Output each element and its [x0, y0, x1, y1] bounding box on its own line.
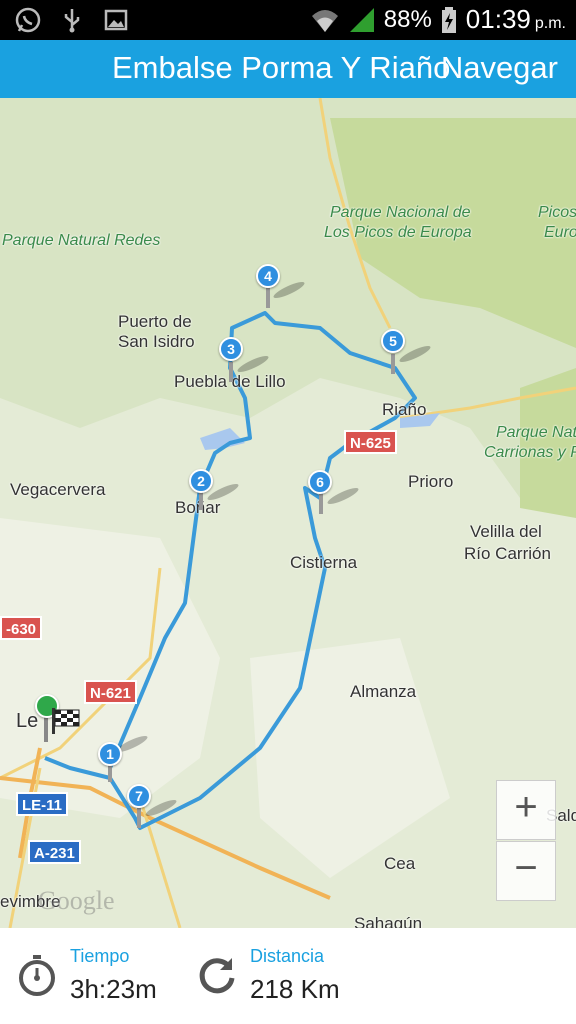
label-almanza: Almanza: [350, 682, 417, 701]
refresh-icon: [199, 958, 235, 994]
navigate-button[interactable]: Navegar: [441, 50, 558, 86]
label-prioro: Prioro: [408, 472, 454, 491]
road-le11: LE-11: [16, 792, 69, 816]
battery-percent: 88%: [383, 5, 432, 33]
page-title: Embalse Porma Y Riaño: [112, 50, 451, 85]
stopwatch-icon: [19, 955, 55, 996]
marker-stem: [266, 288, 270, 308]
label-velilla-a: Velilla del: [470, 522, 542, 541]
status-bar: 88% 01:39 p.m.: [0, 0, 576, 40]
marker-stem: [391, 354, 395, 374]
label-carrionas: Carrionas y P: [484, 444, 576, 461]
clock-ampm: p.m.: [534, 15, 566, 32]
plus-icon: +: [514, 785, 538, 829]
action-bar: Embalse Porma Y Riaño Navegar: [0, 40, 576, 98]
waypoint-marker-7[interactable]: 7: [127, 784, 151, 808]
label-parque-nacional: Parque Nacional de: [330, 204, 471, 221]
route-summary: Tiempo 3h:23m Distancia 218 Km: [0, 928, 576, 1024]
battery-icon: [441, 6, 456, 33]
google-watermark: Google: [38, 886, 115, 915]
zoom-out-button[interactable]: −: [496, 841, 556, 901]
time-value: 3h:23m: [70, 974, 157, 1004]
waypoint-marker-3[interactable]: 3: [219, 337, 243, 361]
road-a231: A-231: [28, 840, 81, 864]
distance-value: 218 Km: [250, 974, 340, 1004]
label-vegacervera: Vegacervera: [10, 480, 106, 499]
whatsapp-icon: [15, 7, 41, 33]
label-bonar: Boñar: [175, 498, 221, 517]
label-velilla-b: Río Carrión: [464, 544, 551, 563]
finish-flag-icon: [52, 708, 80, 734]
waypoint-marker-2[interactable]: 2: [189, 469, 213, 493]
label-san-isidro: San Isidro: [118, 332, 195, 351]
label-picos-b: Euro: [544, 224, 576, 241]
label-leon: Le: [16, 710, 39, 732]
waypoint-marker-6[interactable]: 6: [308, 470, 332, 494]
marker-stem: [319, 494, 323, 514]
label-parque-redes: Parque Natural Redes: [2, 232, 161, 249]
label-sahagun: Sahagún: [354, 914, 423, 928]
zoom-in-button[interactable]: +: [496, 780, 556, 840]
map-canvas: [0, 98, 576, 928]
image-icon: [104, 9, 128, 31]
road-n621: N-621: [84, 680, 137, 704]
wifi-icon: [311, 9, 338, 32]
minus-icon: −: [514, 846, 538, 890]
marker-stem: [229, 362, 233, 382]
label-cistierna: Cistierna: [290, 553, 358, 572]
label-parque-nat: Parque Nat: [496, 424, 576, 441]
status-right: 88% 01:39 p.m.: [310, 4, 566, 35]
waypoint-marker-5[interactable]: 5: [381, 329, 405, 353]
signal-icon: [349, 7, 374, 32]
label-puerto: Puerto de: [118, 312, 192, 331]
label-picos-de-europa: Los Picos de Europa: [324, 224, 472, 241]
label-picos-a: Picos: [538, 204, 576, 221]
label-riano: Riaño: [382, 400, 427, 419]
road-n630: -630: [0, 616, 43, 640]
road-n625: N-625: [344, 430, 397, 454]
time-label: Tiempo: [70, 946, 130, 966]
usb-icon: [64, 9, 80, 33]
marker-stem: [137, 808, 141, 828]
map-view[interactable]: Parque Nacional de Los Picos de Europa P…: [0, 98, 576, 928]
label-cea: Cea: [384, 854, 416, 873]
waypoint-marker-1[interactable]: 1: [98, 742, 122, 766]
distance-label: Distancia: [250, 946, 325, 966]
clock: 01:39 p.m.: [465, 4, 566, 34]
marker-stem: [199, 490, 203, 510]
status-left-icons: [14, 6, 130, 34]
waypoint-marker-4[interactable]: 4: [256, 264, 280, 288]
